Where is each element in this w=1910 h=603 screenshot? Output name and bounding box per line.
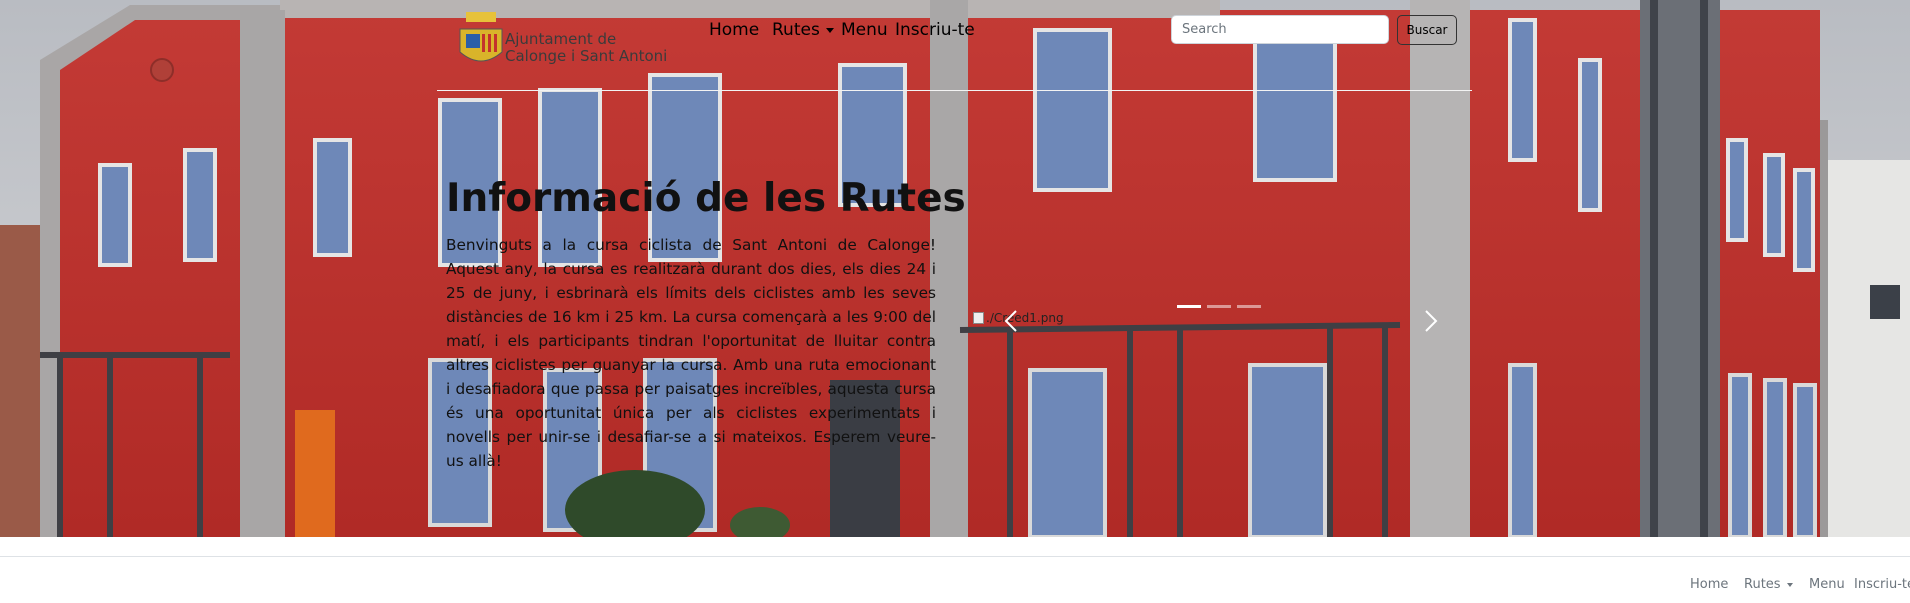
carousel-indicators: [1177, 305, 1261, 308]
footer-nav-rutes-dropdown[interactable]: Rutes: [1744, 577, 1793, 592]
footer-nav-home[interactable]: Home: [1690, 577, 1728, 592]
logo-line-1: Ajuntament de: [505, 30, 617, 48]
footer-divider: [0, 556, 1910, 557]
broken-image-icon: [973, 312, 984, 324]
nav-inscriu[interactable]: Inscriu-te: [895, 20, 975, 40]
carousel-next-button[interactable]: [1415, 308, 1445, 334]
nav-rutes-dropdown[interactable]: Rutes: [772, 20, 834, 40]
chevron-right-icon: [1425, 310, 1438, 332]
navbar-divider: [437, 90, 1472, 91]
footer-nav-inscriu[interactable]: Inscriu-te: [1854, 577, 1910, 592]
nav-home[interactable]: Home: [709, 20, 759, 40]
caret-down-icon: [825, 27, 834, 33]
hero-title: Informació de les Rutes: [446, 176, 966, 221]
logo-text: Ajuntament de Calonge i Sant Antoni: [505, 31, 667, 65]
logo-line-2: Calonge i Sant Antoni: [505, 47, 668, 65]
footer-nav-menu[interactable]: Menu: [1809, 577, 1845, 592]
hero-carousel: Ajuntament de Calonge i Sant Antoni Home…: [0, 0, 1910, 537]
hero-description: Benvinguts a la cursa ciclista de Sant A…: [446, 236, 936, 470]
carousel-indicator-3[interactable]: [1237, 305, 1261, 308]
building-background-image: [0, 0, 1910, 537]
carousel-indicator-1[interactable]: [1177, 305, 1201, 308]
chevron-left-icon: [1004, 310, 1017, 332]
carousel-indicator-2[interactable]: [1207, 305, 1231, 308]
nav-menu[interactable]: Menu: [841, 20, 888, 40]
search-input[interactable]: [1171, 15, 1389, 44]
footer-nav-rutes-label: Rutes: [1744, 577, 1781, 592]
nav-rutes-label: Rutes: [772, 20, 820, 40]
search-button[interactable]: Buscar: [1397, 15, 1457, 45]
carousel-prev-button[interactable]: [997, 308, 1027, 334]
caret-down-icon: [1786, 582, 1793, 587]
